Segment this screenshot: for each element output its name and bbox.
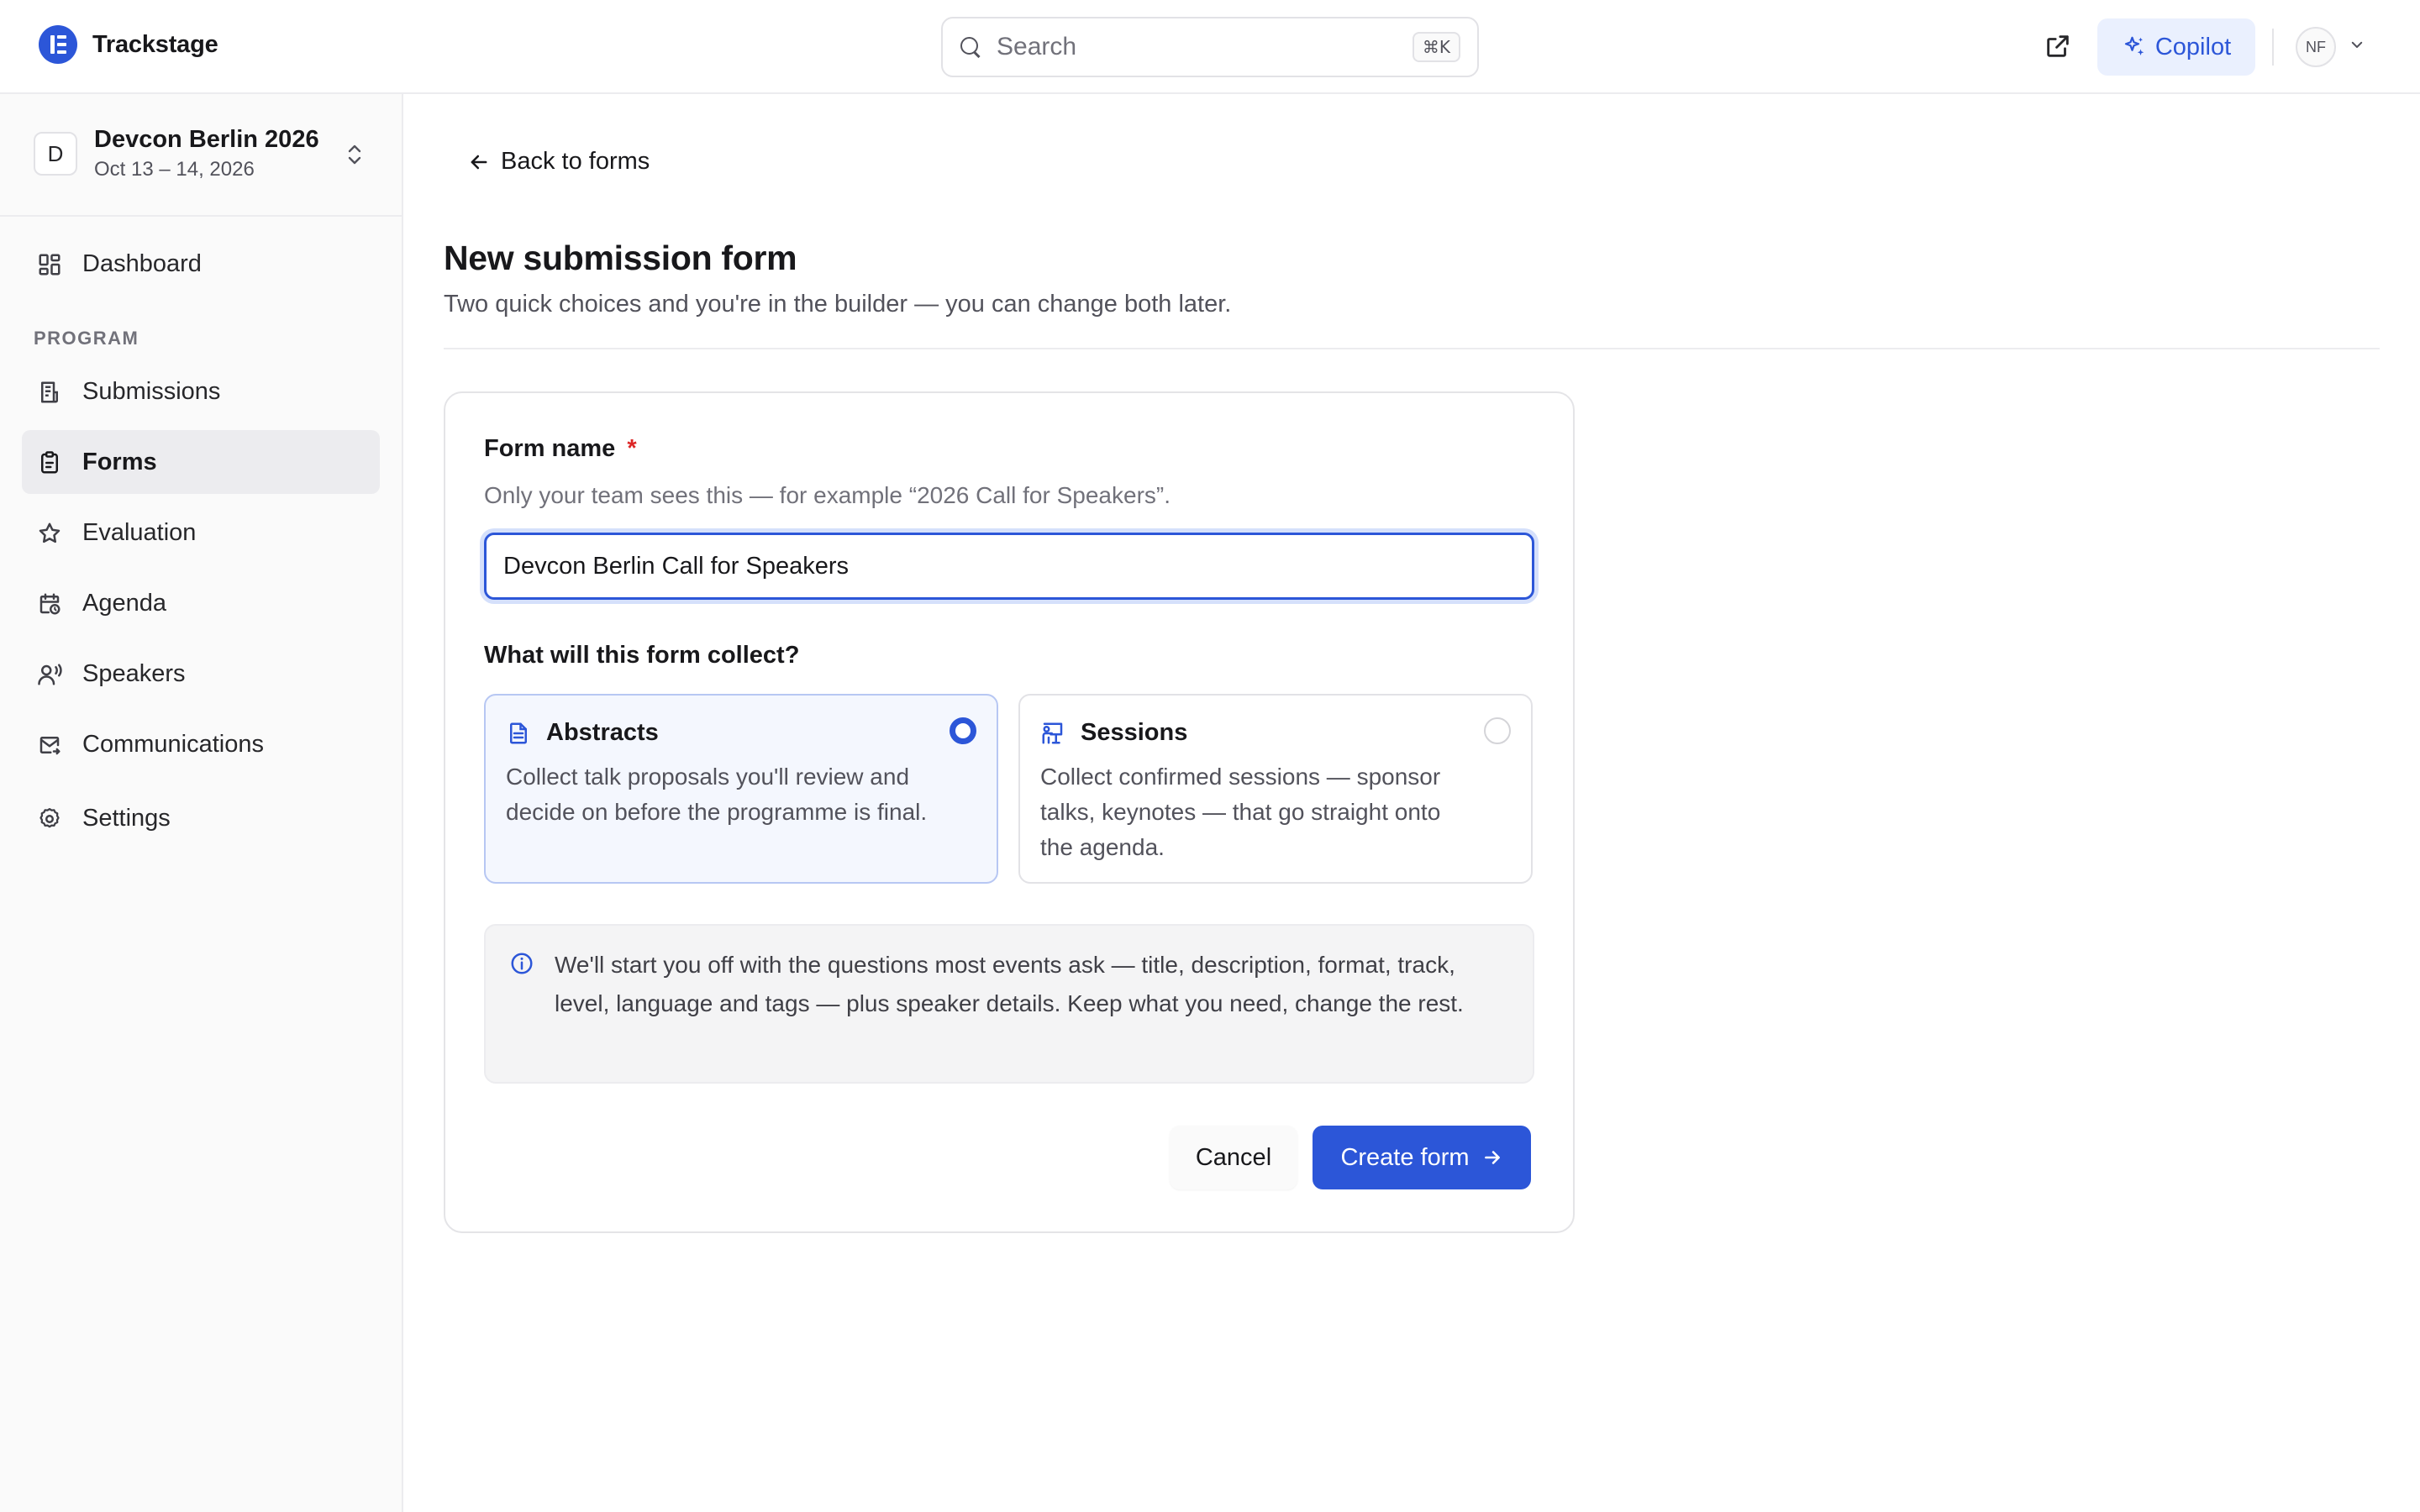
dashboard-icon — [39, 254, 60, 276]
external-link-icon[interactable] — [2044, 32, 2072, 60]
arrow-left-icon — [471, 155, 487, 169]
back-label: Back to forms — [501, 148, 650, 175]
event-dates: Oct 13 – 14, 2026 — [94, 158, 255, 181]
user-avatar[interactable]: NF — [2296, 27, 2336, 67]
sidebar-item-speakers[interactable]: Speakers — [22, 642, 380, 706]
option-sessions[interactable]: Sessions Collect confirmed sessions — sp… — [1018, 694, 1533, 884]
create-form-button[interactable]: Create form — [1313, 1126, 1531, 1189]
sidebar-section-program: PROGRAM — [34, 328, 139, 349]
sidebar-item-label: Settings — [82, 804, 171, 832]
speaker-icon — [38, 664, 62, 685]
form-name-label: Form name * — [484, 435, 637, 463]
search-input[interactable] — [997, 33, 1413, 61]
chevron-down-icon[interactable] — [2349, 37, 2365, 52]
page-subtitle: Two quick choices and you're in the buil… — [444, 291, 1232, 318]
search-box[interactable]: ⌘K — [941, 17, 1479, 77]
chevron-up-down-icon — [348, 144, 361, 165]
sidebar-item-submissions[interactable]: Submissions — [22, 360, 380, 423]
copilot-label: Copilot — [2154, 33, 2232, 60]
copilot-button[interactable]: Copilot — [2097, 18, 2255, 76]
arrow-right-icon — [1484, 1151, 1500, 1164]
cancel-button[interactable]: Cancel — [1170, 1126, 1297, 1189]
sidebar-item-label: Evaluation — [82, 518, 197, 546]
sidebar: D Devcon Berlin 2026 Oct 13 – 14, 2026 D… — [0, 94, 403, 1512]
radio-sessions[interactable] — [1484, 717, 1511, 744]
info-text: We'll start you off with the questions m… — [555, 952, 1464, 1016]
option-title: Sessions — [1081, 719, 1188, 746]
calendar-clock-icon — [39, 593, 60, 615]
sidebar-item-label: Communications — [82, 730, 264, 758]
create-form-label: Create form — [1340, 1143, 1470, 1171]
sidebar-item-label: Agenda — [82, 589, 166, 617]
event-switcher[interactable]: D Devcon Berlin 2026 Oct 13 – 14, 2026 — [0, 94, 402, 217]
search-shortcut-badge: ⌘K — [1412, 32, 1460, 62]
sidebar-item-forms[interactable]: Forms — [22, 430, 380, 494]
sidebar-item-evaluation[interactable]: Evaluation — [22, 501, 380, 564]
page-title: New submission form — [444, 239, 797, 277]
header-divider — [2272, 29, 2274, 66]
gear-icon — [39, 808, 60, 828]
info-icon — [511, 953, 533, 974]
back-to-forms-link[interactable]: Back to forms — [467, 148, 650, 176]
trackstage-logo-icon — [39, 25, 77, 64]
presenter-icon — [1042, 722, 1063, 744]
header-divider-line — [444, 348, 2380, 349]
info-callout: We'll start you off with the questions m… — [484, 924, 1534, 1084]
form-name-input[interactable] — [484, 533, 1534, 600]
sidebar-item-agenda[interactable]: Agenda — [22, 571, 380, 635]
sidebar-item-communications[interactable]: Communications — [22, 712, 380, 776]
brand-name: Trackstage — [92, 30, 218, 58]
form-name-label-text: Form name — [484, 435, 616, 462]
mail-icon — [39, 737, 60, 755]
radio-abstracts[interactable] — [950, 717, 976, 744]
search-icon — [960, 36, 981, 58]
sidebar-item-settings[interactable]: Settings — [22, 786, 380, 850]
submissions-icon — [41, 381, 58, 403]
form-name-help: Only your team sees this — for example “… — [484, 482, 1171, 508]
sidebar-item-label: Speakers — [82, 659, 186, 687]
star-icon — [39, 522, 60, 543]
sidebar-item-label: Forms — [82, 448, 157, 475]
sidebar-item-dashboard[interactable]: Dashboard — [22, 232, 380, 296]
option-abstracts[interactable]: Abstracts Collect talk proposals you'll … — [484, 694, 998, 884]
event-badge: D — [34, 132, 77, 176]
clipboard-icon — [41, 451, 58, 474]
event-name: Devcon Berlin 2026 — [94, 126, 319, 153]
sidebar-item-label: Submissions — [82, 377, 221, 405]
required-mark: * — [627, 435, 637, 462]
option-description: Collect talk proposals you'll review and… — [506, 764, 928, 825]
option-description: Collect confirmed sessions — sponsor tal… — [1040, 764, 1441, 860]
sidebar-item-label: Dashboard — [82, 249, 202, 277]
option-title: Abstracts — [546, 719, 659, 746]
sparkle-icon — [2124, 36, 2144, 55]
brand[interactable]: Trackstage — [39, 25, 218, 64]
collect-question-label: What will this form collect? — [484, 642, 800, 669]
document-icon — [510, 722, 527, 744]
top-bar: Trackstage ⌘K Copilot NF — [0, 0, 2420, 94]
